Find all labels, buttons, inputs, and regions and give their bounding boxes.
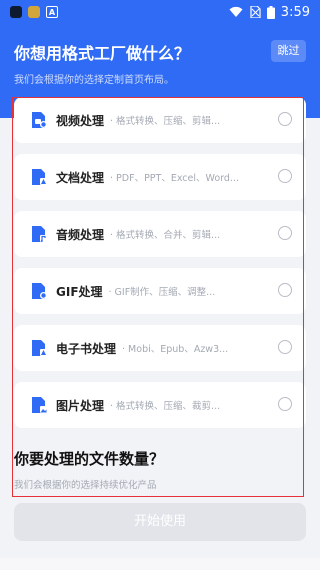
option-radio[interactable]: [278, 169, 292, 183]
option-description: · Mobi、Epub、Azw3...: [122, 344, 229, 355]
file-count-subtitle: 我们会根据你的选择持续优化产品: [14, 480, 157, 491]
option-document[interactable]: 文档处理 · PDF、PPT、Excel、Word...: [14, 154, 306, 200]
option-gif[interactable]: GIF处理 · GIF制作、压缩、调整...: [14, 268, 306, 314]
battery-icon: [266, 5, 275, 19]
option-title: GIF处理: [56, 284, 103, 299]
option-radio[interactable]: [278, 340, 292, 354]
option-description: · PDF、PPT、Excel、Word...: [110, 173, 239, 184]
option-description: · 格式转换、压缩、裁剪...: [110, 401, 221, 412]
file-count-title: 你要处理的文件数量？: [14, 450, 165, 468]
option-video[interactable]: 视频处理 · 格式转换、压缩、剪辑...: [14, 97, 306, 143]
app-icon-2: [28, 6, 40, 18]
no-sim-icon: [250, 6, 261, 18]
image-file-icon: [30, 396, 48, 414]
option-audio[interactable]: 音频处理 · 格式转换、合并、剪辑...: [14, 211, 306, 257]
status-time: 3:59: [280, 4, 310, 20]
option-title: 文档处理: [56, 170, 105, 185]
option-description: · GIF制作、压缩、调整...: [108, 287, 216, 298]
option-ebook[interactable]: 电子书处理 · Mobi、Epub、Azw3...: [14, 325, 306, 371]
bottom-nav-bar: [0, 558, 320, 570]
option-radio[interactable]: [278, 226, 292, 240]
option-radio[interactable]: [278, 283, 292, 297]
gif-file-icon: [30, 282, 48, 300]
app-icon: [10, 6, 22, 18]
option-title: 电子书处理: [56, 341, 117, 356]
option-title: 音频处理: [56, 227, 105, 242]
a-icon: A: [46, 6, 58, 18]
start-button[interactable]: 开始使用: [14, 503, 306, 541]
page-subtitle: 我们会根据你的选择定制首页布局。: [14, 75, 174, 86]
skip-button[interactable]: 跳过: [271, 40, 306, 62]
option-title: 图片处理: [56, 398, 105, 413]
option-image[interactable]: 图片处理 · 格式转换、压缩、裁剪...: [14, 382, 306, 428]
option-radio[interactable]: [278, 397, 292, 411]
option-description: · 格式转换、合并、剪辑...: [110, 230, 221, 241]
wifi-icon: [229, 6, 243, 17]
audio-file-icon: [30, 225, 48, 243]
page-title: 你想用格式工厂做什么？: [14, 44, 191, 63]
option-radio[interactable]: [278, 112, 292, 126]
option-title: 视频处理: [56, 113, 105, 128]
option-description: · 格式转换、压缩、剪辑...: [110, 116, 221, 127]
document-file-icon: [30, 168, 48, 186]
ebook-file-icon: [30, 339, 48, 357]
video-file-icon: [30, 111, 48, 129]
status-bar: A 3:59: [0, 0, 320, 24]
